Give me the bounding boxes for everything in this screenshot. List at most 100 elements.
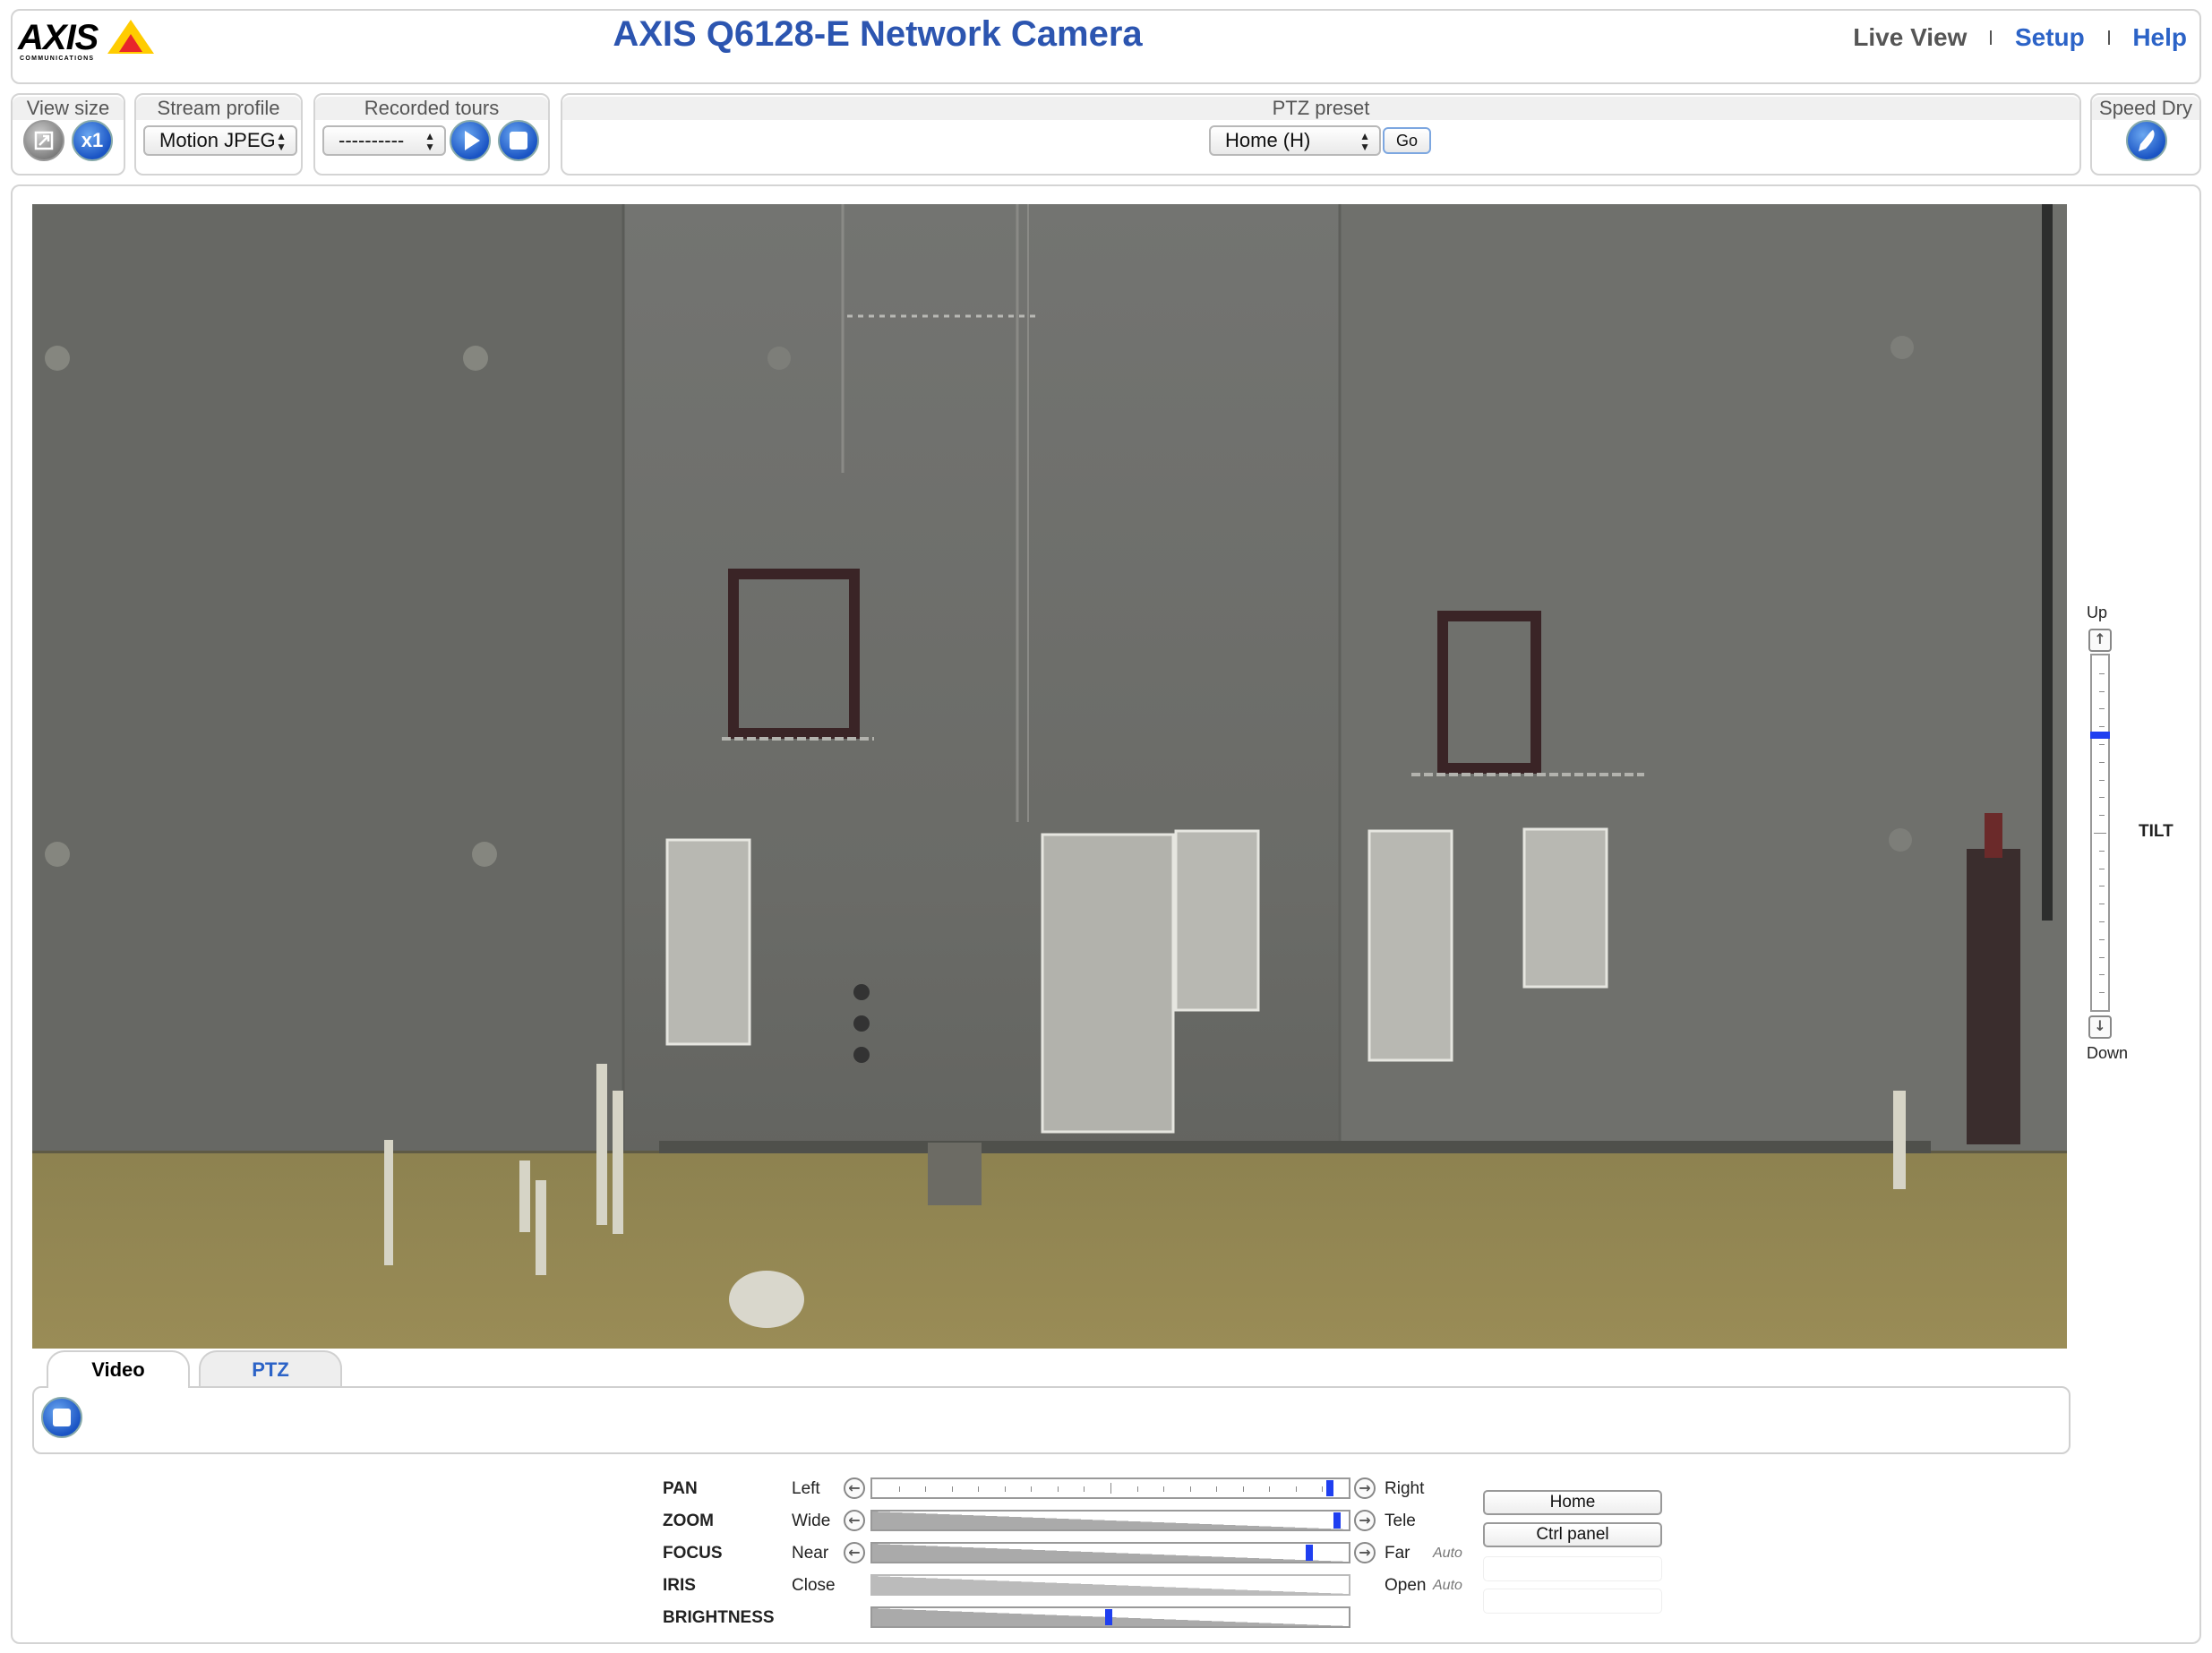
stop-video-button[interactable] [41, 1397, 82, 1438]
top-nav: Live View Setup Help [1853, 21, 2187, 52]
arrow-up-icon: ↑ [2094, 630, 2106, 647]
arrow-left-icon: ← [848, 1512, 861, 1529]
arrow-left-icon: ← [848, 1544, 861, 1561]
camera-live-video[interactable] [32, 204, 2067, 1349]
arrow-right-icon: → [1359, 1479, 1371, 1496]
ctrl-panel-button[interactable]: Ctrl panel [1483, 1522, 1662, 1547]
zoom-slider[interactable] [870, 1510, 1350, 1531]
tilt-tick [2099, 673, 2105, 674]
iris-label: IRIS [663, 1576, 696, 1595]
nav-help[interactable]: Help [2132, 23, 2187, 52]
focus-ramp [872, 1544, 1349, 1562]
brightness-label: BRIGHTNESS [663, 1608, 775, 1627]
tilt-tick [2099, 957, 2105, 958]
tilt-up-button[interactable]: ↑ [2088, 629, 2112, 652]
iris-auto-link[interactable]: Auto [1433, 1578, 1462, 1594]
video-tab-panel [32, 1386, 2071, 1454]
iris-open-label: Open [1385, 1576, 1427, 1595]
empty-button-slot [1483, 1589, 1662, 1614]
tilt-tick [2099, 708, 2105, 709]
tilt-tick [2099, 921, 2105, 922]
recorded-tours-select[interactable]: ---------- ▲ ▼ [322, 125, 446, 156]
logo-triangle-inner-icon [119, 34, 142, 52]
home-button[interactable]: Home [1483, 1490, 1662, 1515]
arrow-right-icon: → [1359, 1512, 1371, 1529]
tilt-down-label: Down [2087, 1044, 2129, 1062]
recorded-tours-value: ---------- [339, 129, 405, 151]
nav-separator [1990, 30, 1993, 45]
pan-tick [1269, 1486, 1270, 1492]
brightness-knob[interactable] [1105, 1609, 1112, 1625]
tilt-knob[interactable] [2090, 732, 2110, 739]
scale-x1-button[interactable]: x1 [72, 120, 113, 161]
nav-separator [2107, 30, 2110, 45]
focus-auto-link[interactable]: Auto [1433, 1546, 1462, 1562]
ptz-preset-title: PTZ preset [562, 97, 2079, 120]
zoom-wide-label: Wide [792, 1512, 831, 1530]
focus-near-button[interactable]: ← [844, 1542, 865, 1563]
zoom-knob[interactable] [1333, 1512, 1341, 1529]
stop-tour-button[interactable] [498, 120, 539, 161]
pan-left-button[interactable]: ← [844, 1477, 865, 1499]
pan-knob[interactable] [1326, 1480, 1333, 1496]
pan-tick [1084, 1486, 1085, 1492]
focus-far-button[interactable]: → [1354, 1542, 1376, 1563]
tilt-tick [2099, 815, 2105, 816]
recorded-tours-title: Recorded tours [315, 97, 548, 120]
tilt-title: TILT [2139, 822, 2173, 841]
tab-video[interactable]: Video [47, 1350, 190, 1388]
focus-near-label: Near [792, 1544, 829, 1563]
ptz-preset-go-button[interactable]: Go [1383, 127, 1431, 154]
pan-tick [1137, 1486, 1138, 1492]
tilt-tick [2099, 797, 2105, 798]
stop-icon [510, 132, 527, 150]
pan-tick [1216, 1486, 1217, 1492]
camera-image [32, 204, 2067, 1349]
nav-setup[interactable]: Setup [2015, 23, 2085, 52]
brightness-slider[interactable] [870, 1606, 1350, 1628]
pan-slider[interactable] [870, 1477, 1350, 1499]
tilt-tick [2099, 726, 2105, 727]
ptz-preset-value: Home (H) [1225, 129, 1311, 151]
fit-view-button[interactable] [23, 120, 64, 161]
tilt-tick [2099, 691, 2105, 692]
tilt-slider[interactable] [2090, 654, 2110, 1012]
stream-profile-select[interactable]: Motion JPEG ▲ ▼ [143, 125, 297, 156]
stop-icon [53, 1409, 71, 1426]
tilt-tick [2099, 992, 2105, 993]
nav-live-view[interactable]: Live View [1853, 23, 1967, 52]
iris-ramp [872, 1576, 1349, 1594]
page-title: AXIS Q6128-E Network Camera [613, 14, 1143, 54]
zoom-label: ZOOM [663, 1512, 714, 1530]
arrow-down-icon: ↓ [2094, 1017, 2106, 1034]
zoom-ramp [872, 1512, 1349, 1529]
tilt-tick [2094, 833, 2106, 834]
speed-dry-button[interactable] [2126, 120, 2167, 161]
tilt-tick [2099, 762, 2105, 763]
zoom-wide-button[interactable]: ← [844, 1510, 865, 1531]
tilt-down-button[interactable]: ↓ [2088, 1015, 2112, 1039]
arrow-left-icon: ← [848, 1479, 861, 1496]
pan-tick [1322, 1486, 1323, 1492]
pan-tick [1031, 1486, 1032, 1492]
tilt-up-label: Up [2087, 604, 2108, 621]
fit-view-icon [34, 131, 54, 150]
focus-knob[interactable] [1306, 1545, 1313, 1561]
zoom-tele-label: Tele [1385, 1512, 1416, 1530]
pan-right-button[interactable]: → [1354, 1477, 1376, 1499]
tab-ptz[interactable]: PTZ [199, 1350, 342, 1388]
play-tour-button[interactable] [450, 120, 491, 161]
iris-slider[interactable] [870, 1574, 1350, 1596]
empty-button-slot [1483, 1556, 1662, 1581]
ptz-preset-select[interactable]: Home (H) ▲ ▼ [1209, 125, 1381, 156]
pan-tick [1243, 1486, 1244, 1492]
select-arrows-icon: ▲ ▼ [1359, 130, 1370, 153]
speed-dry-icon [2139, 130, 2155, 151]
focus-slider[interactable] [870, 1542, 1350, 1563]
zoom-tele-button[interactable]: → [1354, 1510, 1376, 1531]
arrow-right-icon: → [1359, 1544, 1371, 1561]
focus-label: FOCUS [663, 1544, 723, 1563]
logo-text: AXIS [18, 18, 99, 57]
play-icon [465, 131, 480, 150]
axis-logo: AXIS COMMUNICATIONS [18, 14, 154, 64]
